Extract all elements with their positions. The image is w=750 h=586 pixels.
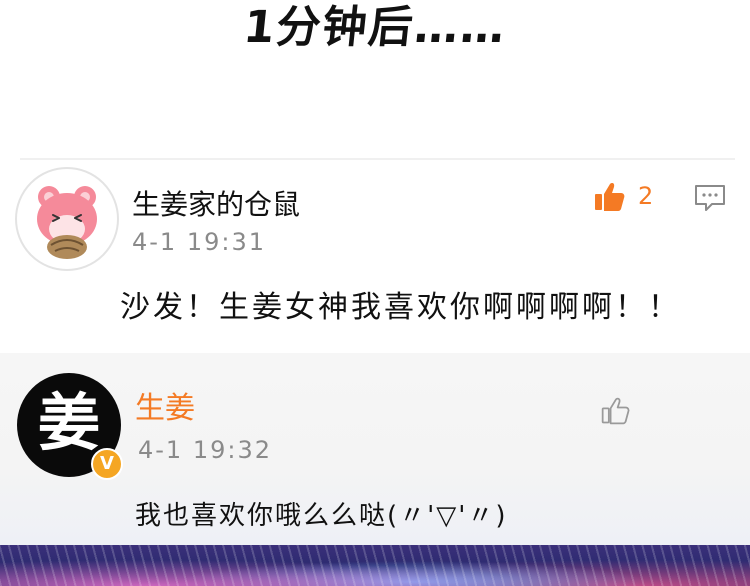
- verified-badge-icon: V: [91, 448, 123, 480]
- hamster-icon: [37, 186, 97, 259]
- fireworks-background: [0, 545, 750, 586]
- comment-icon[interactable]: [694, 184, 726, 212]
- reply-timestamp: 4-1 19:32: [138, 436, 272, 464]
- top-caption: 1分钟后……: [241, 2, 510, 53]
- thumbs-up-icon[interactable]: [592, 180, 626, 214]
- comment-username[interactable]: 生姜家的仓鼠: [132, 183, 300, 223]
- like-count: 2: [638, 182, 654, 210]
- thumbs-up-outline-icon[interactable]: [600, 396, 630, 426]
- hamster-avatar[interactable]: [15, 167, 119, 271]
- comment-item: 生姜家的仓鼠 4-1 19:31 2 沙发！生姜女神我喜欢你啊啊啊啊！！: [0, 160, 750, 353]
- reply-username[interactable]: 生姜: [135, 383, 195, 427]
- comment-timestamp: 4-1 19:31: [132, 228, 266, 256]
- reply-item: 姜 V 生姜 4-1 19:32 我也喜欢你哦么么哒(〃'▽'〃): [0, 353, 750, 545]
- comment-text: 沙发！生姜女神我喜欢你啊啊啊啊！！: [120, 290, 681, 325]
- reply-text: 我也喜欢你哦么么哒(〃'▽'〃): [135, 501, 508, 531]
